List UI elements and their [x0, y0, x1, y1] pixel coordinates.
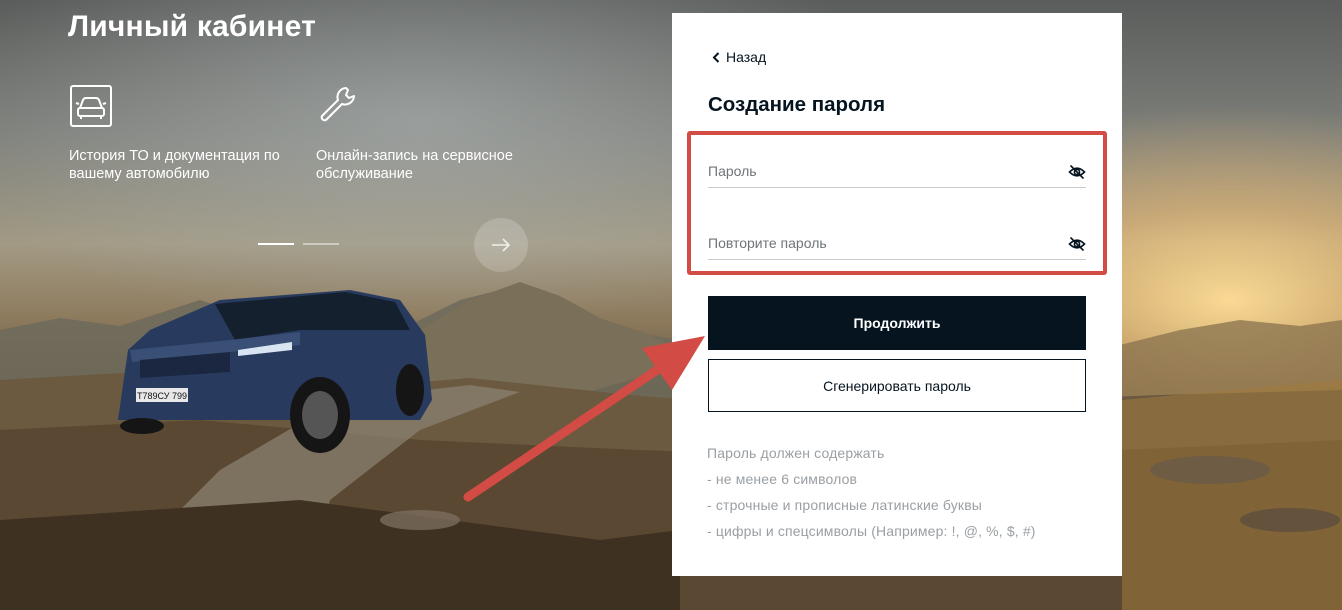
- repeat-password-input[interactable]: [708, 229, 1048, 257]
- back-link-label: Назад: [726, 49, 767, 65]
- eye-off-icon[interactable]: [1068, 235, 1086, 253]
- requirement-item: - строчные и прописные латинские буквы: [707, 497, 982, 513]
- password-input[interactable]: [708, 157, 1048, 185]
- carousel-pager: [258, 243, 339, 245]
- back-link[interactable]: Назад: [712, 49, 766, 65]
- chevron-left-icon: [712, 51, 720, 63]
- carousel-next-button[interactable]: [474, 218, 528, 272]
- arrow-right-icon: [492, 238, 511, 252]
- generate-password-button[interactable]: Сгенерировать пароль: [708, 359, 1086, 412]
- password-field: [708, 157, 1086, 188]
- password-requirements: Пароль должен содержать - не менее 6 сим…: [707, 440, 1036, 544]
- requirement-item: - цифры и спецсимволы (Например: !, @, %…: [707, 523, 1036, 539]
- continue-button[interactable]: Продолжить: [708, 296, 1086, 350]
- feature-text: Онлайн-запись на сервисное обслуживание: [316, 148, 513, 182]
- pager-dot[interactable]: [303, 243, 339, 245]
- form-title: Создание пароля: [708, 93, 886, 116]
- license-plate: Т789СУ 799: [137, 391, 187, 401]
- password-form-card: Назад Создание пароля Продолжить Сгенери…: [672, 13, 1122, 576]
- requirements-heading: Пароль должен содержать: [707, 445, 885, 461]
- page-title: Личный кабинет: [68, 10, 317, 43]
- eye-off-icon[interactable]: [1068, 163, 1086, 181]
- feature-online-booking: Онлайн-запись на сервисное обслуживание: [316, 84, 536, 183]
- repeat-password-field: [708, 229, 1086, 260]
- feature-service-history: История ТО и документация по вашему авто…: [69, 84, 289, 183]
- feature-text: История ТО и документация по вашему авто…: [69, 148, 280, 182]
- pager-dot-active[interactable]: [258, 243, 294, 245]
- wrench-icon: [320, 87, 355, 122]
- car-document-icon: [70, 85, 112, 127]
- requirement-item: - не менее 6 символов: [707, 471, 858, 487]
